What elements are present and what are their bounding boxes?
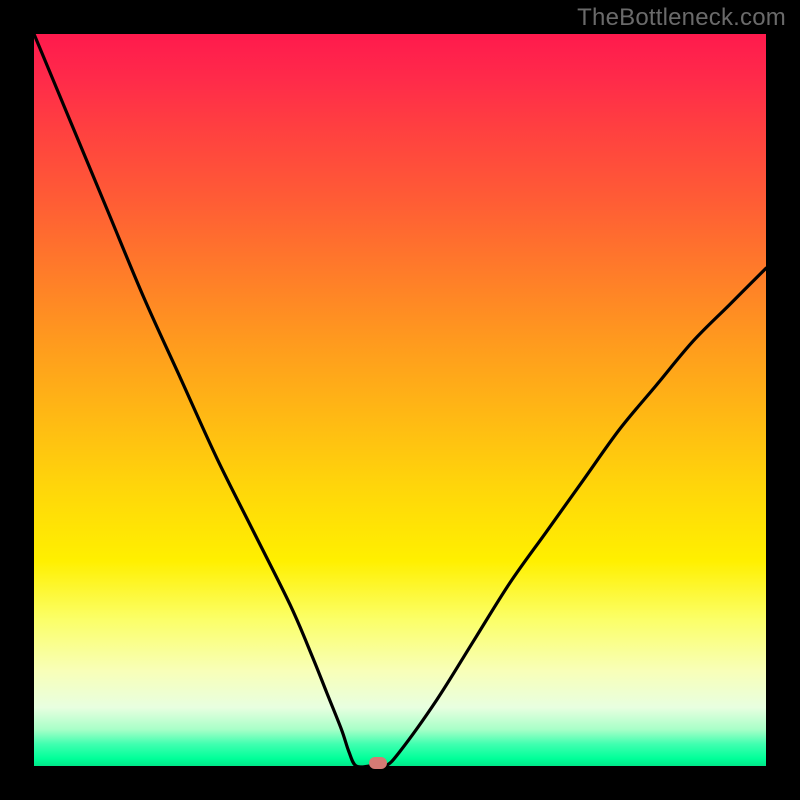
watermark-text: TheBottleneck.com <box>577 4 786 32</box>
optimal-marker <box>369 757 387 769</box>
chart-frame: TheBottleneck.com <box>0 0 800 800</box>
bottleneck-curve <box>34 34 766 766</box>
